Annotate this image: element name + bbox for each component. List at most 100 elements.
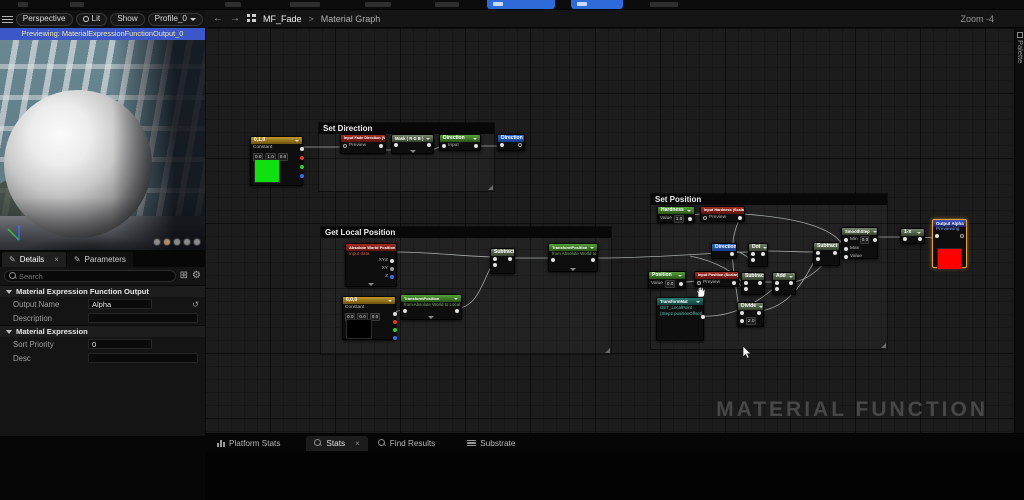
node-transform-position-world[interactable]: TransformPosition from Absolute World to… (548, 243, 598, 272)
output-pin[interactable] (379, 144, 383, 148)
input-pin-b[interactable] (740, 319, 744, 323)
tab-substrate[interactable]: Substrate (459, 436, 523, 451)
toolbar-blue-button[interactable] (487, 0, 555, 9)
input-pin[interactable] (903, 237, 907, 241)
tab-platform-stats[interactable]: Platform Stats (209, 436, 288, 451)
output-pin[interactable] (758, 281, 762, 285)
input-pin-b[interactable] (775, 287, 779, 291)
output-pin[interactable] (833, 251, 837, 255)
tab-find-results[interactable]: Find Results (370, 436, 444, 451)
expand-arrow-icon[interactable] (368, 283, 374, 286)
node-constant3-direction[interactable]: 0,1,0 Constant 0.0 1.0 0.0 (250, 136, 303, 186)
output-pin-b[interactable] (300, 174, 304, 178)
output-name-field[interactable] (88, 299, 152, 309)
sort-priority-field[interactable] (88, 339, 152, 349)
search-input[interactable] (4, 270, 176, 282)
toolbar-icon[interactable] (435, 2, 459, 7)
tab-details[interactable]: ✎ Details × (2, 252, 66, 267)
close-icon[interactable]: × (54, 255, 59, 264)
input-pin[interactable] (343, 144, 347, 148)
node-param-hardness[interactable]: Hardness Value1.0 (657, 206, 695, 223)
input-pin[interactable] (403, 309, 407, 313)
node-subtract[interactable]: Subtract (490, 248, 515, 274)
input-pin-a[interactable] (751, 252, 755, 256)
output-pin[interactable] (679, 282, 683, 286)
node-custom-transform[interactable]: TransformMat GET_LocalPoint (Step2 posit… (656, 297, 704, 341)
node-named-reroute-direction-usage-2[interactable]: Direction (711, 243, 737, 259)
desc-field[interactable] (88, 353, 198, 363)
input-pin-a[interactable] (775, 281, 779, 285)
resize-handle[interactable] (605, 348, 610, 353)
input-pin-b[interactable] (493, 263, 497, 267)
input-pin[interactable] (703, 216, 707, 220)
input-pin[interactable] (551, 258, 555, 262)
output-pin[interactable] (508, 257, 512, 261)
input-pin-a[interactable] (744, 281, 748, 285)
input-pin-b[interactable] (751, 258, 755, 262)
node-named-reroute-direction-usage[interactable]: Direction (497, 134, 525, 151)
comment-set-direction[interactable]: Set Direction (318, 122, 495, 192)
tab-stats[interactable]: Stats × (306, 436, 367, 451)
node-input-hardness[interactable]: Input Hardness (Scalar) Preview (700, 206, 745, 222)
output-pin-xyz[interactable] (390, 259, 394, 263)
mesh-sphere-button[interactable] (163, 238, 171, 246)
toolbar-icon[interactable] (225, 2, 241, 7)
output-pin[interactable] (789, 281, 793, 285)
preview-viewport[interactable] (0, 40, 205, 250)
output-pin[interactable] (757, 311, 761, 315)
lit-button[interactable]: Lit (76, 13, 108, 26)
back-icon[interactable]: ← (213, 14, 223, 24)
forward-icon[interactable]: → (230, 14, 240, 24)
output-pin[interactable] (960, 234, 964, 238)
output-pin-xy[interactable] (390, 267, 394, 271)
toolbar-icon[interactable] (290, 2, 320, 7)
output-pin[interactable] (455, 309, 459, 313)
node-param-position[interactable]: Position Value0.0 (648, 271, 686, 289)
input-pin-a[interactable] (816, 251, 820, 255)
mesh-cube-button[interactable] (183, 238, 191, 246)
node-output-alpha[interactable]: Output Alpha Previewing (932, 219, 967, 268)
viewport-menu-icon[interactable] (2, 14, 13, 25)
output-pin[interactable] (518, 143, 522, 147)
input-pin-max[interactable] (844, 247, 848, 251)
input-pin[interactable] (697, 281, 701, 285)
output-pin-r[interactable] (300, 156, 304, 160)
material-graph-canvas[interactable]: Set Direction Get Local Position Set Pos… (205, 28, 1014, 433)
toolbar-icon[interactable] (650, 2, 678, 7)
node-subtract-top[interactable]: Subtract (813, 242, 840, 266)
node-divide[interactable]: Divide 2.0 (737, 302, 764, 327)
input-pin-value[interactable] (844, 255, 848, 259)
close-icon[interactable]: × (355, 439, 360, 448)
input-pin-b[interactable] (744, 287, 748, 291)
expand-arrow-icon[interactable] (428, 316, 434, 319)
output-pin-g[interactable] (393, 328, 397, 332)
output-pin[interactable] (732, 281, 736, 285)
node-input-fade-direction[interactable]: Input Fade Direction (Vector3) Preview (340, 134, 386, 154)
breadcrumb-page[interactable]: Material Graph (321, 14, 381, 24)
section-header[interactable]: Material Expression Function Output (0, 285, 205, 297)
description-field[interactable] (88, 313, 198, 323)
node-dot[interactable]: Dot (748, 243, 768, 267)
output-pin-z[interactable] (390, 275, 394, 279)
node-input-position[interactable]: Input Position (Scalar) Preview (694, 271, 739, 287)
output-pin[interactable] (873, 238, 877, 242)
breadcrumb-asset[interactable]: MF_Fade (263, 14, 302, 24)
node-subtract-2[interactable]: Subtract (741, 272, 765, 295)
output-pin-g[interactable] (300, 165, 304, 169)
expand-arrow-icon[interactable] (410, 150, 416, 153)
output-pin[interactable] (427, 143, 431, 147)
output-pin-b[interactable] (393, 336, 397, 340)
output-pin[interactable] (300, 147, 304, 151)
palette-side-tab[interactable]: Palette (1014, 28, 1024, 433)
node-add[interactable]: Add (772, 272, 796, 295)
toolbar-icon[interactable] (365, 2, 391, 7)
node-smoothstep[interactable]: SmoothStep Min0.0 Max Value (841, 227, 878, 259)
toolbar-icon[interactable] (70, 2, 84, 7)
output-pin[interactable] (474, 144, 478, 148)
output-pin-r[interactable] (393, 320, 397, 324)
output-pin[interactable] (761, 252, 765, 256)
input-pin[interactable] (394, 143, 398, 147)
section-header[interactable]: Material Expression (0, 325, 205, 337)
output-pin[interactable] (730, 252, 734, 256)
output-pin[interactable] (738, 216, 742, 220)
